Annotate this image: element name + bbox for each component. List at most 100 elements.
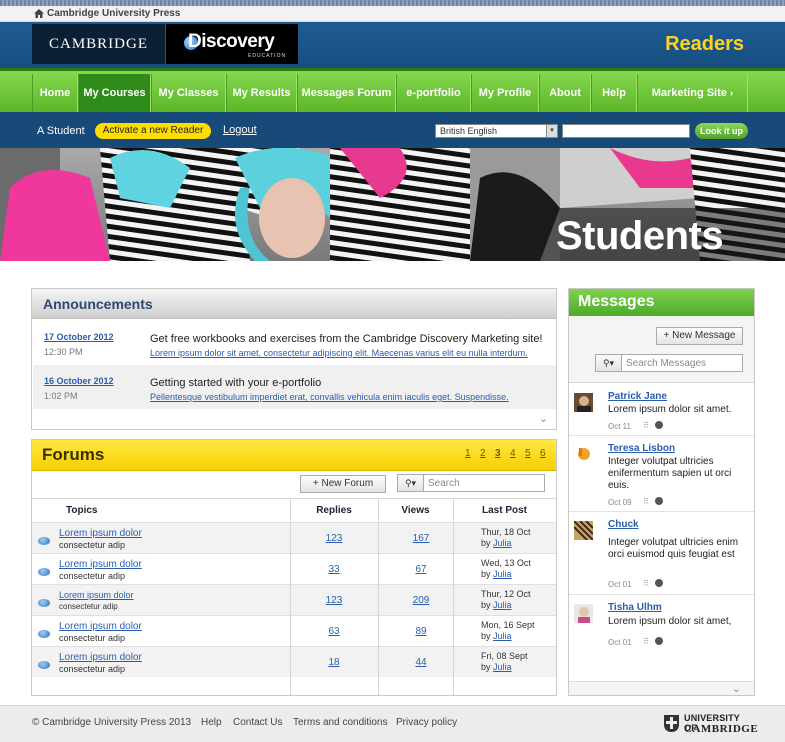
announcement-date[interactable]: 17 October 2012: [44, 332, 114, 342]
nav-home[interactable]: Home: [32, 74, 78, 112]
announcement-title: Get free workbooks and exercises from th…: [150, 333, 543, 345]
message-search-input[interactable]: ⚲▾ Search Messages: [595, 354, 743, 372]
last-post-author-link[interactable]: Julia: [493, 569, 512, 579]
views-count[interactable]: 167: [401, 533, 441, 544]
replies-count[interactable]: 63: [314, 626, 354, 637]
list-item[interactable]: Patrick Jane Lorem ipsum dolor sit amet.…: [569, 384, 754, 436]
nav-my-results[interactable]: My Results: [226, 74, 297, 112]
home-icon[interactable]: [34, 9, 44, 18]
replies-count[interactable]: 33: [314, 564, 354, 575]
press-label[interactable]: Cambridge University Press: [47, 8, 180, 19]
drag-handle-icon[interactable]: ⠿: [643, 637, 649, 646]
look-it-up-button[interactable]: Look it up: [695, 123, 748, 139]
page-link-3[interactable]: 3: [495, 448, 501, 459]
nav-my-courses[interactable]: My Courses: [78, 74, 151, 112]
readers-title: Readers: [665, 33, 744, 55]
messages-title: Messages: [578, 293, 655, 310]
replies-count[interactable]: 18: [314, 657, 354, 668]
expand-chevron-icon[interactable]: ⌄: [539, 412, 548, 425]
message-date: Oct 09: [608, 498, 632, 507]
page-link-1[interactable]: 1: [465, 448, 471, 459]
nav-messages-forum[interactable]: Messages Forum: [297, 74, 396, 112]
drag-handle-icon[interactable]: ⠿: [643, 497, 649, 506]
last-post-author-link[interactable]: Julia: [493, 631, 512, 641]
table-row: Lorem ipsum dolor consectetur adip 123 1…: [32, 522, 556, 553]
page-link-4[interactable]: 4: [510, 448, 516, 459]
speech-bubble-icon: [38, 537, 50, 545]
nav-help[interactable]: Help: [591, 74, 637, 112]
page-link-5[interactable]: 5: [525, 448, 531, 459]
column-last-post[interactable]: Last Post: [453, 498, 556, 522]
last-post-author-link[interactable]: Julia: [493, 600, 512, 610]
nav-about[interactable]: About: [539, 74, 591, 112]
message-sender-link[interactable]: Chuck: [608, 519, 639, 530]
logout-link[interactable]: Logout: [223, 124, 257, 136]
activate-reader-button[interactable]: Activate a new Reader: [95, 123, 211, 139]
discovery-logo[interactable]: Discovery EDUCATION: [166, 24, 298, 64]
forum-search-input[interactable]: ⚲▾ Search: [397, 474, 545, 492]
new-forum-button[interactable]: + New Forum: [300, 475, 386, 493]
replies-count[interactable]: 123: [314, 533, 354, 544]
footer-link-terms[interactable]: Terms and conditions: [293, 717, 388, 728]
announcement-time: 1:02 PM: [44, 391, 78, 401]
avatar: [574, 445, 593, 464]
announcement-summary-link[interactable]: Pellentesque vestibulum imperdiet erat, …: [150, 392, 509, 402]
last-post-author-link[interactable]: Julia: [493, 662, 512, 672]
topic-subtitle: consectetur adip: [59, 633, 126, 643]
views-count[interactable]: 44: [401, 657, 441, 668]
topic-link[interactable]: Lorem ipsum dolor: [59, 621, 142, 632]
list-item[interactable]: Teresa Lisbon Integer volutpat ultricies…: [569, 436, 754, 512]
announcement-date[interactable]: 16 October 2012: [44, 376, 114, 386]
nav-my-profile[interactable]: My Profile: [471, 74, 539, 112]
last-post-by: by: [481, 631, 491, 641]
status-dot-icon: [655, 579, 663, 587]
column-topics[interactable]: Topics: [32, 498, 290, 522]
nav-my-classes[interactable]: My Classes: [151, 74, 226, 112]
table-row: Lorem ipsum dolor consectetur adip 33 67…: [32, 553, 556, 584]
last-post-author-link[interactable]: Julia: [493, 538, 512, 548]
chevron-right-icon: ›: [729, 88, 734, 99]
message-sender-link[interactable]: Teresa Lisbon: [608, 443, 675, 454]
footer-copyright: © Cambridge University Press 2013: [32, 717, 192, 728]
column-views[interactable]: Views: [378, 498, 453, 522]
message-sender-link[interactable]: Patrick Jane: [608, 391, 667, 402]
page-link-6[interactable]: 6: [540, 448, 546, 459]
search-icon[interactable]: ⚲▾: [596, 355, 622, 371]
search-icon[interactable]: ⚲▾: [398, 475, 424, 491]
column-divider: [453, 498, 454, 695]
topic-subtitle: consectetur adip: [59, 540, 126, 550]
avatar: [574, 604, 593, 623]
topic-link[interactable]: Lorem ipsum dolor: [59, 559, 142, 570]
topic-link[interactable]: Lorem ipsum dolor: [59, 590, 134, 600]
cambridge-logo[interactable]: CAMBRIDGE: [32, 24, 165, 64]
page-link-2[interactable]: 2: [480, 448, 486, 459]
message-text: Lorem ipsum dolor sit amet,: [608, 616, 732, 627]
views-count[interactable]: 67: [401, 564, 441, 575]
nav-e-portfolio[interactable]: e-portfolio: [396, 74, 471, 112]
column-replies[interactable]: Replies: [290, 498, 378, 522]
new-message-button[interactable]: + New Message: [656, 327, 743, 345]
views-count[interactable]: 89: [401, 626, 441, 637]
announcement-summary-link[interactable]: Lorem ipsum dolor sit amet, consectetur …: [150, 348, 528, 358]
message-sender-link[interactable]: Tisha Ulhm: [608, 602, 662, 613]
topic-link[interactable]: Lorem ipsum dolor: [59, 528, 142, 539]
list-item[interactable]: Tisha Ulhm Lorem ipsum dolor sit amet, O…: [569, 595, 754, 653]
last-post-by: by: [481, 600, 491, 610]
drag-handle-icon[interactable]: ⠿: [643, 421, 649, 430]
replies-count[interactable]: 123: [314, 595, 354, 606]
drag-handle-icon[interactable]: ⠿: [643, 579, 649, 588]
university-logo[interactable]: UNIVERSITY OF CAMBRIDGE: [664, 713, 758, 735]
last-post-date: Thur, 18 Oct: [481, 527, 531, 537]
language-select[interactable]: British English ▾: [435, 124, 558, 138]
lookup-input[interactable]: [562, 124, 690, 138]
footer-link-privacy[interactable]: Privacy policy: [396, 717, 457, 728]
expand-chevron-icon[interactable]: ⌄: [732, 682, 741, 695]
topic-link[interactable]: Lorem ipsum dolor: [59, 652, 142, 663]
footer-link-help[interactable]: Help: [201, 717, 222, 728]
nav-marketing-site[interactable]: Marketing Site ›: [637, 74, 748, 112]
message-text: Lorem ipsum dolor sit amet.: [608, 404, 732, 415]
list-item[interactable]: Chuck Integer volutpat ultricies enim or…: [569, 512, 754, 595]
views-count[interactable]: 209: [401, 595, 441, 606]
footer-link-contact[interactable]: Contact Us: [233, 717, 282, 728]
announcement-item: 16 October 2012 1:02 PM Getting started …: [33, 365, 556, 409]
